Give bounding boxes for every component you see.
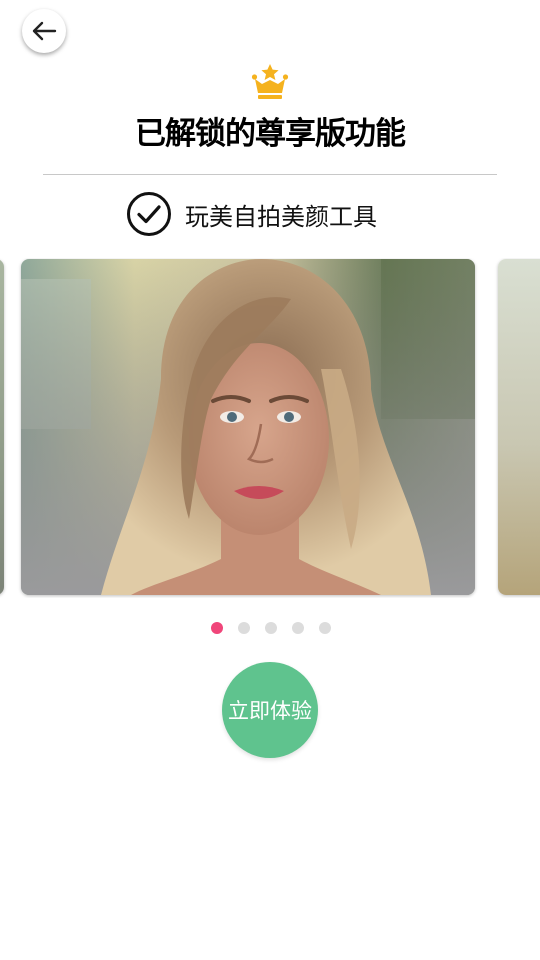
carousel-card-previous[interactable]	[0, 259, 4, 595]
feature-label: 玩美自拍美颜工具	[185, 202, 377, 231]
back-button[interactable]	[22, 9, 66, 53]
premium-unlock-page: 已解锁的尊享版功能 玩美自拍美颜工具 立即体验	[0, 0, 540, 960]
pagination-dot[interactable]	[292, 622, 304, 634]
crown-icon	[251, 64, 289, 99]
page-title: 已解锁的尊享版功能	[135, 116, 406, 152]
pagination-dot[interactable]	[265, 622, 277, 634]
pagination-dot-active[interactable]	[211, 622, 223, 634]
try-now-label: 立即体验	[228, 699, 312, 723]
pagination-dot[interactable]	[238, 622, 250, 634]
feature-carousel[interactable]	[0, 258, 540, 598]
portrait-image	[21, 259, 475, 595]
pagination-dot[interactable]	[319, 622, 331, 634]
carousel-pagination	[211, 622, 346, 634]
carousel-card-next[interactable]	[498, 259, 540, 595]
arrow-left-icon	[32, 21, 57, 41]
check-circle-icon	[127, 192, 171, 236]
divider	[43, 174, 497, 175]
carousel-card-active[interactable]	[21, 259, 475, 595]
try-now-button[interactable]: 立即体验	[222, 662, 318, 758]
feature-row: 玩美自拍美颜工具	[126, 191, 377, 237]
